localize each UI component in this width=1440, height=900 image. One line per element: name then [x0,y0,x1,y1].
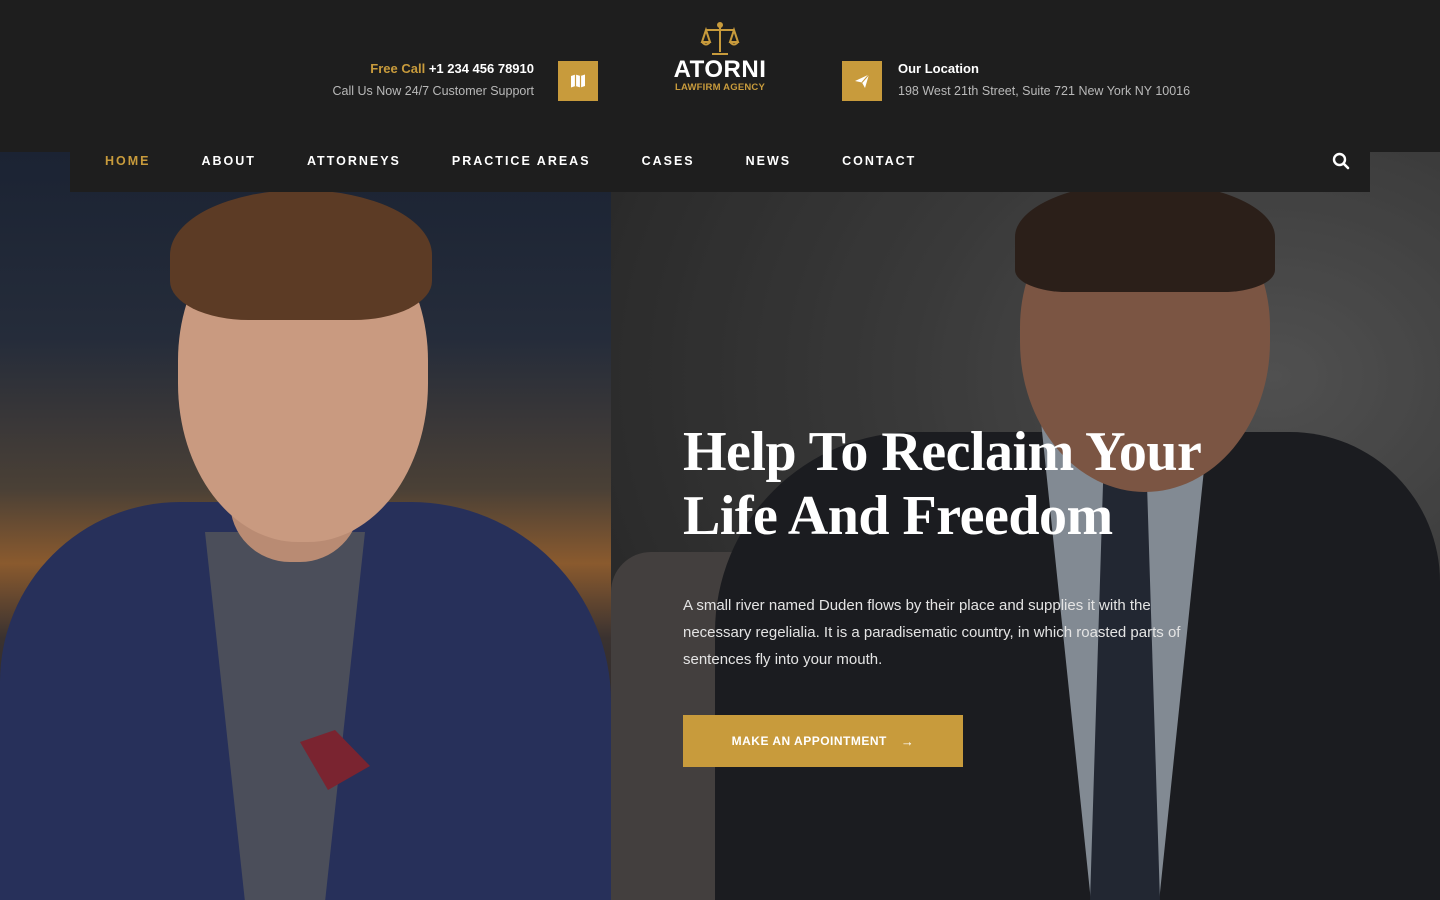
location-label: Our Location [898,61,979,76]
phone-number[interactable]: +1 234 456 78910 [429,61,534,76]
nav-item-about[interactable]: ABOUT [202,154,256,168]
make-appointment-button[interactable]: MAKE AN APPOINTMENT → [683,715,963,767]
hero-description: A small river named Duden flows by their… [683,597,1181,668]
hero-title-line2: Life And Freedom [683,485,1113,547]
logo-name: ATORNI [673,56,767,83]
hero-title-line1: Help To Reclaim Your [683,421,1202,483]
hero-image-left [0,152,611,900]
person-hair [1015,182,1275,292]
nav-item-cases[interactable]: CASES [642,154,695,168]
nav-item-practice-areas[interactable]: PRACTICE AREAS [452,154,591,168]
location-address: 198 West 21th Street, Suite 721 New York… [898,84,1191,98]
phone-contact: Free Call +1 234 456 78910 Call Us Now 2… [250,61,534,99]
paper-plane-icon [842,61,882,101]
nav-item-news[interactable]: NEWS [746,154,792,168]
location-contact: Our Location 198 West 21th Street, Suite… [898,61,1228,99]
hero-title: Help To Reclaim Your Life And Freedom [683,420,1243,548]
logo-tagline: LAWFIRM AGENCY [674,82,766,93]
nav-item-attorneys[interactable]: ATTORNEYS [307,154,401,168]
phone-subtext: Call Us Now 24/7 Customer Support [332,84,534,98]
scales-icon [700,22,740,55]
nav-item-contact[interactable]: CONTACT [842,154,916,168]
person-hair [170,190,432,320]
cta-label: MAKE AN APPOINTMENT [731,734,887,748]
map-icon [558,61,598,101]
search-icon[interactable] [1332,152,1350,170]
free-call-label: Free Call [370,61,426,76]
nav-item-home[interactable]: HOME [105,154,151,168]
arrow-right-icon: → [900,733,915,749]
site-logo[interactable]: ATORNI LAWFIRM AGENCY [660,20,780,94]
main-nav: HOME ABOUT ATTORNEYS PRACTICE AREAS CASE… [70,130,1370,192]
hero-content: Help To Reclaim Your Life And Freedom A … [683,420,1243,673]
